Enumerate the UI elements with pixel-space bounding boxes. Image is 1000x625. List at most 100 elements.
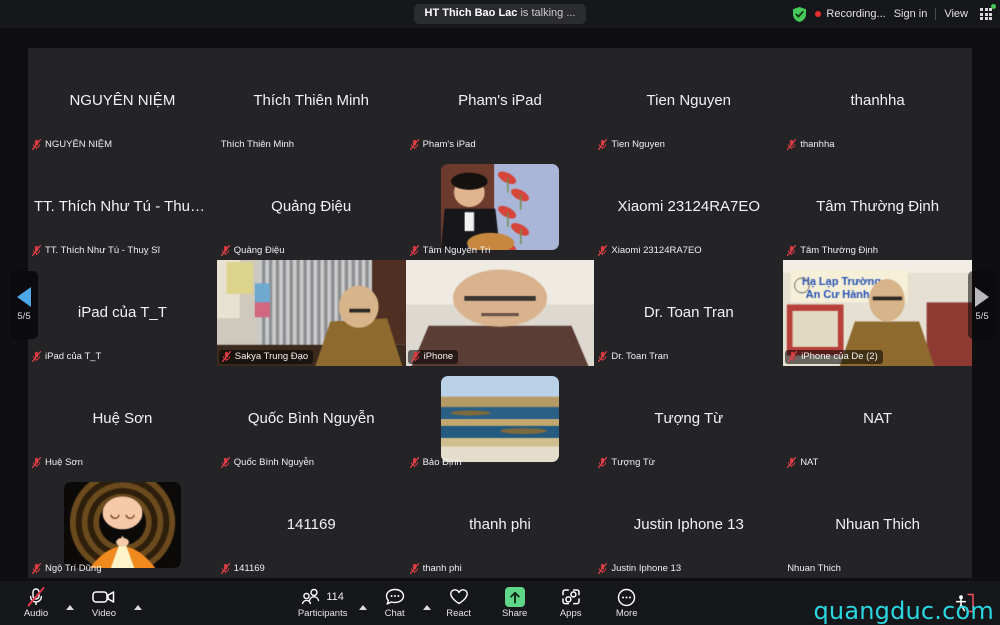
participant-name-label: Tâm Nguyên Trí bbox=[422, 245, 491, 256]
view-button[interactable]: View bbox=[944, 8, 968, 20]
participant-name-label: Ngộ Trí Dũng bbox=[45, 563, 102, 574]
participants-count: 114 bbox=[326, 591, 344, 604]
toolbar-left-group: Audio Video bbox=[8, 582, 142, 624]
microphone-muted-icon bbox=[787, 457, 797, 468]
participant-tile[interactable]: NGUYÊN NIỆM NGUYÊN NIỆM bbox=[28, 48, 217, 154]
participant-tile[interactable]: iPhone bbox=[405, 260, 595, 366]
participant-display-name: thanh phi bbox=[469, 516, 531, 533]
participant-name-bar: thanh phi bbox=[409, 563, 462, 574]
react-button[interactable]: React bbox=[431, 582, 487, 624]
participants-label: Participants bbox=[297, 608, 348, 620]
participant-name-bar: iPhone bbox=[407, 350, 459, 364]
microphone-muted-icon bbox=[32, 563, 41, 574]
microphone-muted-icon bbox=[598, 245, 608, 256]
participant-name-bar: Ngộ Trí Dũng bbox=[32, 563, 102, 574]
participant-display-name: Quốc Bình Nguyễn bbox=[247, 410, 375, 427]
participant-tile[interactable]: thanhha thanhha bbox=[783, 48, 972, 154]
participant-tile[interactable]: NAT NAT bbox=[783, 366, 972, 472]
microphone-muted-icon bbox=[220, 457, 230, 468]
video-options-button[interactable] bbox=[134, 582, 142, 624]
recording-label: Recording... bbox=[826, 8, 886, 20]
video-button[interactable]: Video bbox=[76, 582, 132, 624]
audio-button[interactable]: Audio bbox=[8, 582, 64, 624]
participant-display-name: Tâm Thường Định bbox=[816, 198, 940, 215]
participant-tile[interactable]: Huệ Sơn Huệ Sơn bbox=[28, 366, 217, 472]
participant-tile[interactable]: Justin Iphone 13 Justin Iphone 13 bbox=[594, 472, 784, 578]
react-label: React bbox=[446, 608, 472, 620]
participant-tile[interactable]: Dr. Toan Tran Dr. Toan Tran bbox=[594, 260, 784, 366]
participant-name-bar: NGUYÊN NIỆM bbox=[32, 139, 112, 150]
microphone-muted-icon bbox=[221, 351, 231, 362]
microphone-muted-icon bbox=[220, 245, 230, 256]
participant-tile[interactable]: Nhuan Thich Nhuan Thich bbox=[783, 472, 972, 578]
chevron-up-icon bbox=[358, 605, 367, 610]
participant-tile[interactable]: Xiaomi 23124RA7EO Xiaomi 23124RA7EO bbox=[594, 154, 784, 260]
participant-tile[interactable]: TT. Thích Như Tú - Thuỵ Sĩ TT. Thích Như … bbox=[28, 154, 217, 260]
page-indicator-left: 5/5 bbox=[17, 311, 31, 322]
microphone-muted-icon bbox=[787, 245, 797, 256]
participant-display-name: Dr. Toan Tran bbox=[643, 304, 734, 321]
participant-tile[interactable]: Thích Thiên Minh Thích Thiên Minh bbox=[216, 48, 406, 154]
participant-name-label: Tượng Từ bbox=[611, 457, 655, 468]
participant-name-bar: Tượng Từ bbox=[598, 457, 655, 468]
participant-tile[interactable]: Bảo Định bbox=[405, 366, 595, 472]
participant-name-bar: Justin Iphone 13 bbox=[598, 563, 681, 574]
participant-tile[interactable]: Pham's iPad Pham's iPad bbox=[405, 48, 595, 154]
microphone-muted-icon bbox=[220, 563, 230, 574]
participant-tile[interactable]: Tượng Từ Tượng Từ bbox=[594, 366, 784, 472]
apps-button[interactable]: Apps bbox=[543, 582, 599, 624]
ellipsis-icon bbox=[617, 587, 636, 607]
chevron-right-icon bbox=[975, 287, 989, 307]
participant-tile[interactable]: 141169 141169 bbox=[216, 472, 406, 578]
participant-name-label: NGUYÊN NIỆM bbox=[45, 139, 113, 150]
participant-name-label: Quảng Điệu bbox=[233, 245, 285, 256]
participant-name-label: Tien Nguyen bbox=[611, 139, 665, 150]
participant-display-name: iPad của T_T bbox=[77, 304, 167, 321]
participant-name-bar: Dr. Toan Tran bbox=[598, 351, 668, 362]
active-speaker-suffix: is talking ... bbox=[517, 7, 576, 19]
previous-page-button[interactable]: 5/5 bbox=[10, 270, 38, 339]
participant-name-bar: thanhha bbox=[787, 139, 835, 150]
participant-tile[interactable]: thanh phi thanh phi bbox=[405, 472, 595, 578]
more-button[interactable]: More bbox=[599, 582, 655, 624]
camera-icon bbox=[92, 587, 116, 607]
sign-in-button[interactable]: Sign in bbox=[894, 8, 928, 20]
participant-tile[interactable]: Tâm Nguyên Trí bbox=[405, 154, 595, 260]
microphone-muted-icon bbox=[787, 139, 797, 150]
share-button[interactable]: Share bbox=[487, 582, 543, 624]
recording-status[interactable]: Recording... bbox=[815, 8, 886, 20]
participant-display-name: Huệ Sơn bbox=[92, 410, 153, 427]
chat-button[interactable]: Chat bbox=[367, 582, 423, 624]
people-icon: 114 bbox=[301, 587, 344, 607]
grid-view-icon[interactable] bbox=[980, 8, 992, 20]
meeting-toolbar: Audio Video 114 Participants Chat React … bbox=[0, 581, 1000, 625]
shield-check-icon[interactable] bbox=[792, 6, 807, 23]
participant-grid: NGUYÊN NIỆM NGUYÊN NIỆM Thích Thiên Minh Th… bbox=[28, 48, 972, 578]
participant-tile[interactable]: iPhone của De (2) bbox=[783, 260, 972, 366]
participant-tile[interactable]: Sakya Trung Đạo bbox=[216, 260, 406, 366]
audio-options-button[interactable] bbox=[66, 582, 74, 624]
participant-display-name: Pham's iPad bbox=[458, 92, 542, 109]
participants-button[interactable]: 114 Participants bbox=[287, 582, 359, 624]
participant-tile[interactable]: Ngộ Trí Dũng bbox=[28, 472, 217, 578]
microphone-muted-icon bbox=[598, 351, 608, 362]
participant-name-label: Pham's iPad bbox=[422, 139, 476, 150]
leave-button[interactable] bbox=[944, 582, 984, 624]
participant-tile[interactable]: Tâm Thường Định Tâm Thường Định bbox=[783, 154, 972, 260]
next-page-button[interactable]: 5/5 bbox=[968, 270, 996, 339]
participant-tile[interactable]: Quảng Điệu Quảng Điệu bbox=[216, 154, 406, 260]
chevron-up-icon bbox=[134, 605, 142, 610]
microphone-muted-icon bbox=[32, 457, 41, 468]
microphone-muted-icon bbox=[32, 139, 41, 150]
participant-tile[interactable]: Quốc Bình Nguyễn Quốc Bình Nguyễn bbox=[216, 366, 406, 472]
microphone-muted-icon bbox=[409, 245, 419, 256]
participants-options-button[interactable] bbox=[358, 582, 367, 624]
toolbar-right-group bbox=[944, 582, 984, 624]
participant-name-label: NAT bbox=[800, 457, 819, 468]
microphone-muted-icon bbox=[598, 139, 608, 150]
participant-display-name: Xiaomi 23124RA7EO bbox=[617, 198, 761, 215]
participant-name-bar: Pham's iPad bbox=[409, 139, 476, 150]
participant-tile[interactable]: iPad của T_T iPad của T_T bbox=[28, 260, 217, 366]
chat-options-button[interactable] bbox=[422, 582, 431, 624]
participant-tile[interactable]: Tien Nguyen Tien Nguyen bbox=[594, 48, 784, 154]
